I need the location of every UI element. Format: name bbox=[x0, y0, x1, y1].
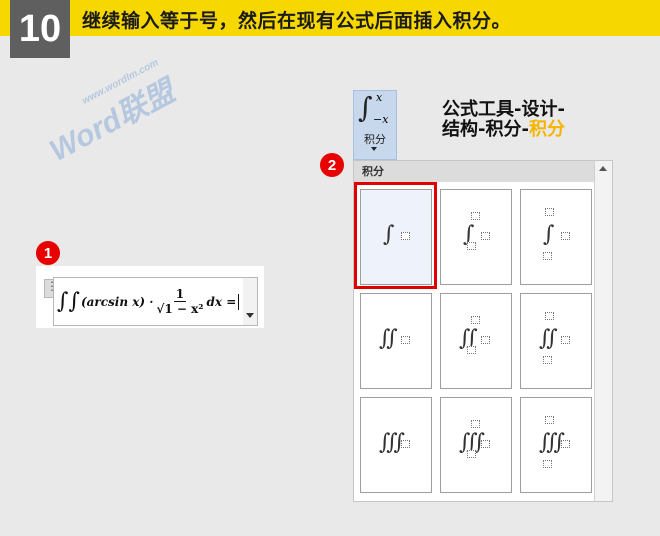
integral-icon: ∫ bbox=[358, 91, 373, 124]
equation-content: ∫∫ (arcsin x) · 1 √1 − x² dx = bbox=[57, 278, 240, 325]
double-integral-with-limits-icon: ∬ bbox=[539, 326, 558, 351]
gallery-item-integral-with-limits[interactable]: ∫ bbox=[520, 189, 592, 285]
gallery-item-triple-integral[interactable]: ∭ bbox=[360, 397, 432, 493]
placeholder-box bbox=[561, 440, 570, 448]
placeholder-box bbox=[545, 208, 554, 216]
placeholder-box bbox=[481, 232, 490, 240]
placeholder-box bbox=[561, 336, 570, 344]
fraction-denominator: √1 − x² bbox=[156, 302, 204, 316]
placeholder-box bbox=[545, 312, 554, 320]
placeholder-box bbox=[543, 460, 552, 468]
text-cursor bbox=[238, 293, 240, 310]
double-integral-icon: ∬ bbox=[379, 326, 398, 351]
placeholder-box bbox=[471, 212, 480, 220]
integral-upper-limit: x bbox=[376, 91, 383, 104]
instruction-text: 继续输入等于号，然后在现有公式后面插入积分。 bbox=[82, 10, 512, 32]
placeholder-box bbox=[545, 416, 554, 424]
equation-fraction: 1 √1 − x² bbox=[156, 287, 203, 316]
step-number: 10 bbox=[10, 0, 70, 58]
selected-item-highlight bbox=[354, 182, 437, 289]
chevron-down-icon bbox=[371, 147, 377, 151]
placeholder-box bbox=[467, 346, 476, 354]
annotation-line-2: 结构-积分- bbox=[442, 119, 529, 140]
placeholder-box bbox=[481, 440, 490, 448]
gallery-item-double-integral[interactable]: ∬ bbox=[360, 293, 432, 389]
equation-editor[interactable]: ∫∫ (arcsin x) · 1 √1 − x² dx = bbox=[53, 277, 245, 326]
placeholder-box bbox=[401, 336, 410, 344]
gallery-item-double-integral-with-stacked-limits[interactable]: ∬ bbox=[440, 293, 512, 389]
integral-button-label: 积分 bbox=[364, 133, 386, 146]
step-marker-2: 2 bbox=[320, 153, 344, 177]
gallery-title: 积分 bbox=[354, 161, 594, 182]
equation-panel: ∫∫ (arcsin x) · 1 √1 − x² dx = bbox=[36, 266, 264, 328]
integral-with-limits-icon: ∫ bbox=[543, 222, 555, 247]
placeholder-box bbox=[481, 336, 490, 344]
gallery-item-triple-integral-with-limits[interactable]: ∭ bbox=[520, 397, 592, 493]
placeholder-box bbox=[543, 252, 552, 260]
placeholder-box bbox=[401, 440, 410, 448]
scroll-up-icon[interactable] bbox=[599, 166, 607, 171]
watermark-url: www.wordlm.com bbox=[80, 57, 161, 107]
integral-lower-limit: −x bbox=[373, 113, 389, 126]
placeholder-box bbox=[467, 450, 476, 458]
equation-function: (arcsin x) · bbox=[80, 294, 154, 309]
gallery-item-triple-integral-with-stacked-limits[interactable]: ∭ bbox=[440, 397, 512, 493]
placeholder-box bbox=[471, 420, 480, 428]
equation-options-dropdown[interactable] bbox=[243, 277, 258, 326]
annotation-line-1: 公式工具-设计- bbox=[442, 99, 565, 120]
double-integral-symbol: ∫∫ bbox=[57, 289, 80, 314]
annotation-highlight: 积分 bbox=[528, 119, 565, 140]
fraction-numerator: 1 bbox=[173, 287, 187, 302]
watermark-logo: www.wordlm.com Word联盟 bbox=[35, 57, 181, 169]
menu-path-annotation: 公式工具-设计- 结构-积分-积分 bbox=[442, 100, 602, 140]
equation-tail: dx = bbox=[206, 294, 237, 309]
integral-ribbon-button[interactable]: ∫ x −x 积分 bbox=[353, 90, 397, 160]
gallery-item-double-integral-with-limits[interactable]: ∬ bbox=[520, 293, 592, 389]
placeholder-box bbox=[471, 316, 480, 324]
step-marker-1: 1 bbox=[36, 241, 60, 265]
placeholder-box bbox=[561, 232, 570, 240]
placeholder-box bbox=[467, 242, 476, 250]
watermark-brand: Word联盟 bbox=[44, 74, 181, 168]
gallery-item-integral-with-stacked-limits[interactable]: ∫ bbox=[440, 189, 512, 285]
placeholder-box bbox=[543, 356, 552, 364]
gallery-scrollbar[interactable] bbox=[594, 161, 612, 501]
